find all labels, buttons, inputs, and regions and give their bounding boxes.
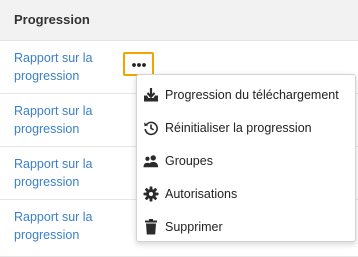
menu-item-label: Groupes [165, 154, 213, 168]
menu-item-label: Réinitialiser la progression [165, 121, 312, 135]
gear-icon [143, 186, 159, 202]
menu-item-label: Autorisations [165, 187, 238, 201]
trash-icon [143, 219, 159, 235]
menu-item-label: Supprimer [165, 220, 223, 234]
menu-item-reset-progress[interactable]: Réinitialiser la progression [137, 112, 355, 144]
group-users-icon [143, 153, 159, 169]
menu-item-permissions[interactable]: Autorisations [137, 178, 355, 210]
table-header: Progression [0, 0, 358, 41]
menu-item-label: Progression du téléchargement [165, 88, 339, 102]
more-actions-button[interactable] [123, 52, 154, 76]
progress-report-link[interactable]: Rapport sur la progression [14, 208, 124, 244]
actions-dropdown-menu: Progression du téléchargement Réinitiali… [136, 74, 356, 242]
download-tray-icon [143, 87, 159, 103]
column-header-progression: Progression [14, 12, 90, 27]
progress-report-link[interactable]: Rapport sur la progression [14, 102, 124, 138]
more-horizontal-icon [131, 57, 147, 71]
menu-item-groups[interactable]: Groupes [137, 145, 355, 177]
progress-report-link[interactable]: Rapport sur la progression [14, 49, 124, 85]
menu-item-download-progress[interactable]: Progression du téléchargement [137, 79, 355, 111]
progress-report-link[interactable]: Rapport sur la progression [14, 155, 124, 191]
history-reset-icon [143, 120, 159, 136]
menu-item-delete[interactable]: Supprimer [137, 211, 355, 243]
